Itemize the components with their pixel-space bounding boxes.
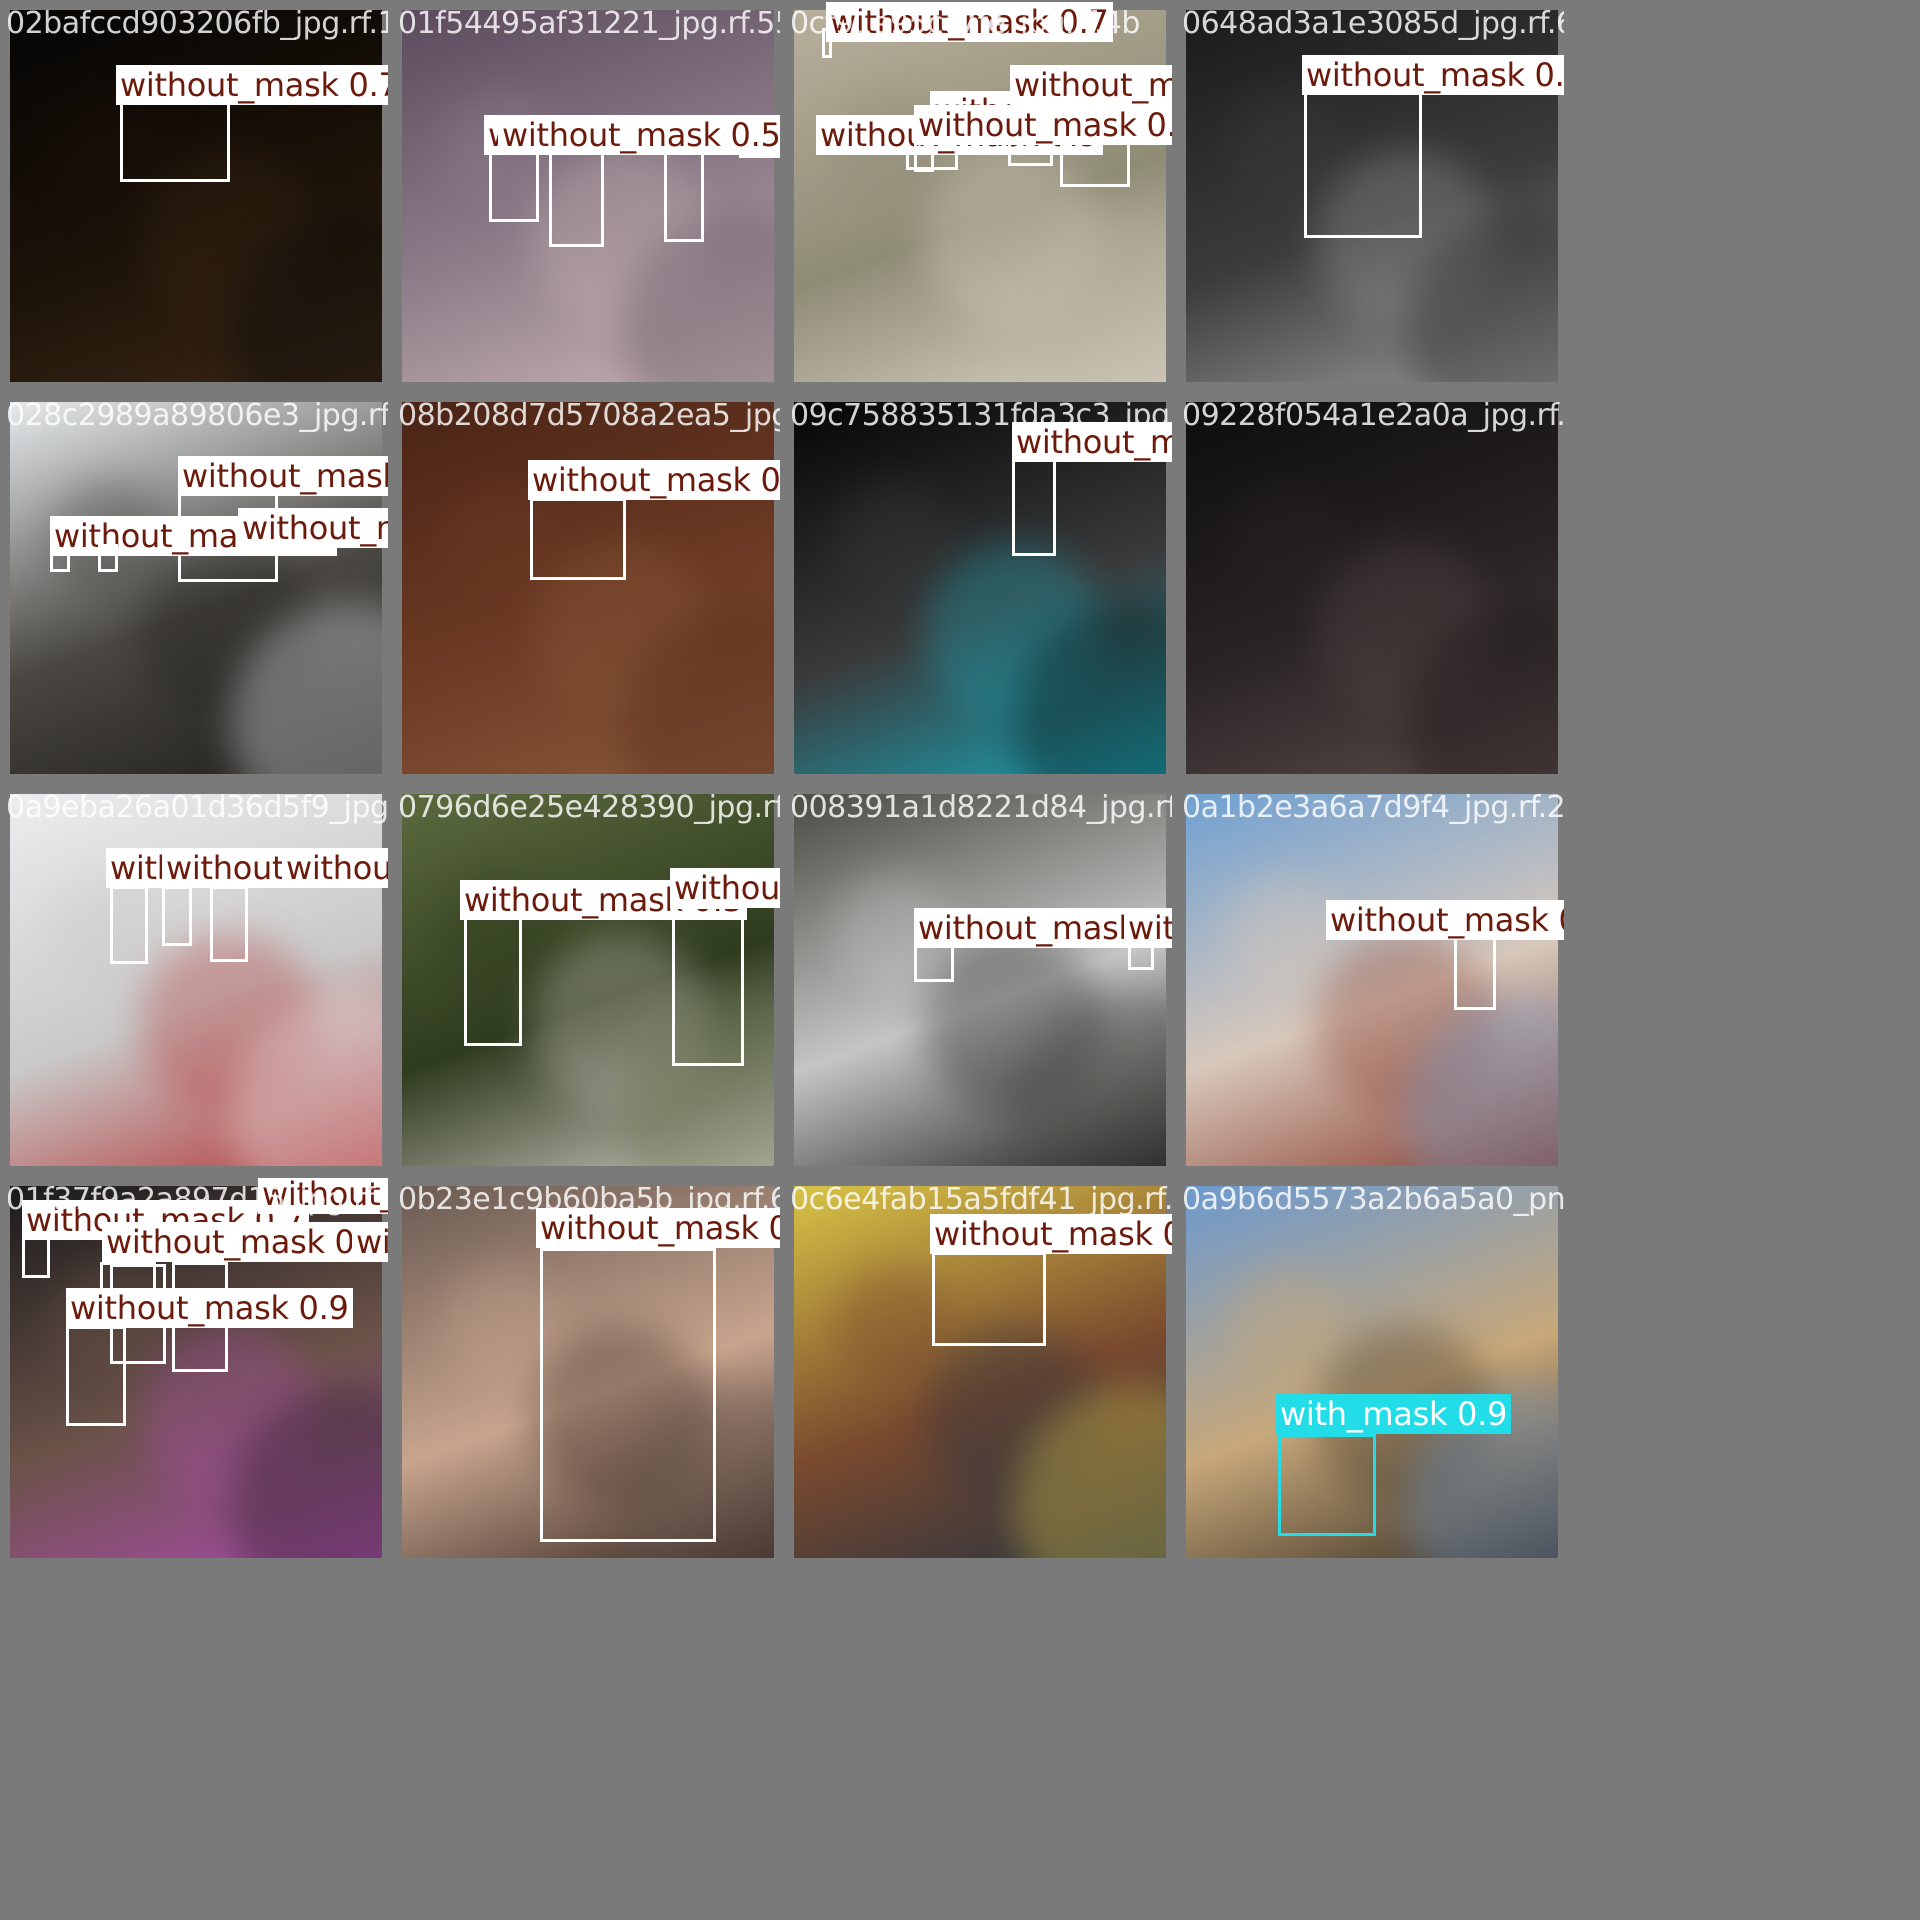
detection-box xyxy=(540,1248,716,1542)
filename-caption: 0a9eba26a01d36d5f9_jpg.rf xyxy=(6,790,388,825)
detection-box xyxy=(1454,930,1496,1010)
image-tile: without_mask 0.6 0648ad3a1e3085d_jpg.rf.6… xyxy=(1178,2,1564,388)
detection-box xyxy=(1278,1434,1376,1536)
image-tile: without_mask 0.9without_mask 0.3without_… xyxy=(2,394,388,780)
detection-box xyxy=(110,886,148,964)
image-tile: without_mask 0.60c6e4fab15a5fdf41_jpg.rf… xyxy=(786,1178,1172,1564)
detection-label: without_mask 0.7 xyxy=(116,65,388,105)
detection-label: without_mask 0.9 xyxy=(352,1222,388,1262)
detection-box xyxy=(914,942,954,982)
image-tile: without_mask 0.5without_mask 0.5008391a1… xyxy=(786,786,1172,1172)
detection-box xyxy=(120,102,230,182)
filename-caption: 0b23e1c9b60ba5b_jpg.rf.65 xyxy=(398,1182,780,1217)
detection-label: without_mask 0.8 xyxy=(238,508,388,548)
detection-box xyxy=(22,1234,50,1278)
photo-region xyxy=(1226,482,1346,602)
filename-caption: 01f37f9a2a897d15_jpg.rf.9c xyxy=(6,1182,388,1217)
detection-box xyxy=(914,142,934,172)
filename-caption: 0a9b6d5573a2b6a5a0_png.rf.5a20 xyxy=(1182,1182,1564,1217)
detection-box xyxy=(1012,456,1056,556)
photo xyxy=(1186,794,1558,1166)
filename-caption: 01f54495af31221_jpg.rf.550 xyxy=(398,6,780,41)
filename-caption: 028c2989a89806e3_jpg.rf.ce xyxy=(6,398,388,433)
detection-label: without_mask 0.5 xyxy=(1124,908,1172,948)
image-tile: without_mask 0.30b23e1c9b60ba5b_jpg.rf.6… xyxy=(394,1178,780,1564)
detection-box xyxy=(672,906,744,1066)
detection-box xyxy=(1304,92,1422,238)
detection-label: without_mask 0.8 xyxy=(528,460,780,500)
image-tile: without_mask 0.909c758835131fda3c3_jpg.r… xyxy=(786,394,1172,780)
filename-caption: 0796d6e25e428390_jpg.rf.d4 xyxy=(398,790,780,825)
filename-caption: 09c758835131fda3c3_jpg.rf.93 xyxy=(790,398,1172,433)
detection-label: without_mask 0.9 xyxy=(102,1222,388,1262)
filename-caption: 0c6e4fab15a5fdf41_jpg.rf.f8 xyxy=(790,1182,1172,1217)
photo xyxy=(402,402,774,774)
detection-label: with_mask 0.9 xyxy=(1276,1394,1512,1434)
filename-caption: 0a1b2e3a6a7d9f4_jpg.rf.2c xyxy=(1182,790,1564,825)
detection-label: without_mask 0.6 xyxy=(1302,55,1564,95)
filename-caption: 0cf91e95cc7fe_jpg.rf.4b xyxy=(790,6,1140,41)
detection-box xyxy=(549,152,604,247)
detection-label: without_mask 0.5 xyxy=(914,105,1172,145)
image-tile: without_mask 0.5without_mask 0.8without_… xyxy=(394,2,780,388)
detection-label: without_mask 0.9 xyxy=(282,848,388,888)
image-tile: with_mask 0.9 0a9b6d5573a2b6a5a0_png.rf.5… xyxy=(1178,1178,1564,1564)
image-tile: without_mask 0.3 0a1b2e3a6a7d9f4_jpg.rf.2… xyxy=(1178,786,1564,1172)
detection-box xyxy=(162,886,192,946)
detection-box xyxy=(210,886,248,962)
detection-box xyxy=(98,544,118,572)
image-tile: without_mask 0.7without_mask 0.5without_… xyxy=(2,1178,388,1564)
image-tile: without_mask 0.9without_mask 0.9without_… xyxy=(2,786,388,1172)
filename-caption: 09228f054a1e2a0a_jpg.rf.2 xyxy=(1182,398,1564,433)
detection-box xyxy=(664,152,704,242)
photo xyxy=(794,794,1166,1166)
photo xyxy=(1186,402,1558,774)
detection-box xyxy=(66,1326,126,1426)
image-tile: 09228f054a1e2a0a_jpg.rf.2 xyxy=(1178,394,1564,780)
detection-label: without_mask 0.3 xyxy=(1326,900,1564,940)
filename-caption: 008391a1d8221d84_jpg.rf.53 xyxy=(790,790,1172,825)
photo-region xyxy=(834,482,954,602)
image-tile: without_mask 0.7 02bafccd903206fb_jpg.rf.… xyxy=(2,2,388,388)
image-tile: without_mask 0.3without_mask 0.50796d6e2… xyxy=(394,786,780,1172)
detection-box xyxy=(932,1252,1046,1346)
detection-box xyxy=(464,916,522,1046)
mosaic-grid: without_mask 0.7 02bafccd903206fb_jpg.rf.… xyxy=(0,0,1920,1920)
filename-caption: 02bafccd903206fb_jpg.rf.1d xyxy=(6,6,388,41)
filename-caption: 08b208d7d5708a2ea5_jpg.rf.37 xyxy=(398,398,780,433)
image-tile: without_mask 0.7without_mask 0.9without_… xyxy=(786,2,1172,388)
image-tile: without_mask 0.8 08b208d7d5708a2ea5_jpg.r… xyxy=(394,394,780,780)
detection-box xyxy=(530,498,626,580)
photo-region xyxy=(1226,1266,1346,1386)
detection-label: without_mask 0.9 xyxy=(66,1288,353,1328)
detection-label: without_mask 0.5 xyxy=(670,868,780,908)
detection-label: without_mask 0.7 xyxy=(1010,65,1172,105)
filename-caption: 0648ad3a1e3085d_jpg.rf.6f xyxy=(1182,6,1564,41)
detection-label: without_mask 0.9 xyxy=(178,456,388,496)
detection-label: without_mask 0.5 xyxy=(498,115,780,155)
detection-label: without_mask 0.6 xyxy=(930,1214,1172,1254)
